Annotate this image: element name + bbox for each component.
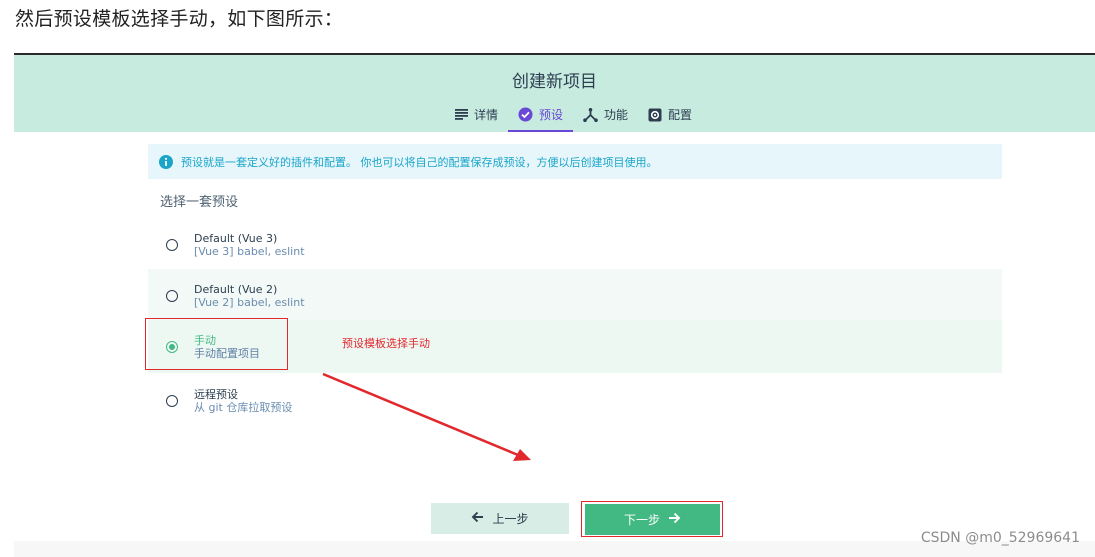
previous-step-label: 上一步 xyxy=(492,512,529,526)
arrow-right-icon xyxy=(668,512,681,527)
next-step-label: 下一步 xyxy=(623,513,660,527)
annotation-arrow-icon xyxy=(322,372,531,461)
arrow-left-icon xyxy=(471,511,484,526)
previous-step-button[interactable]: 上一步 xyxy=(431,503,569,534)
watermark: CSDN @m0_52969641 xyxy=(920,530,1080,546)
next-step-button[interactable]: 下一步 xyxy=(585,504,720,535)
